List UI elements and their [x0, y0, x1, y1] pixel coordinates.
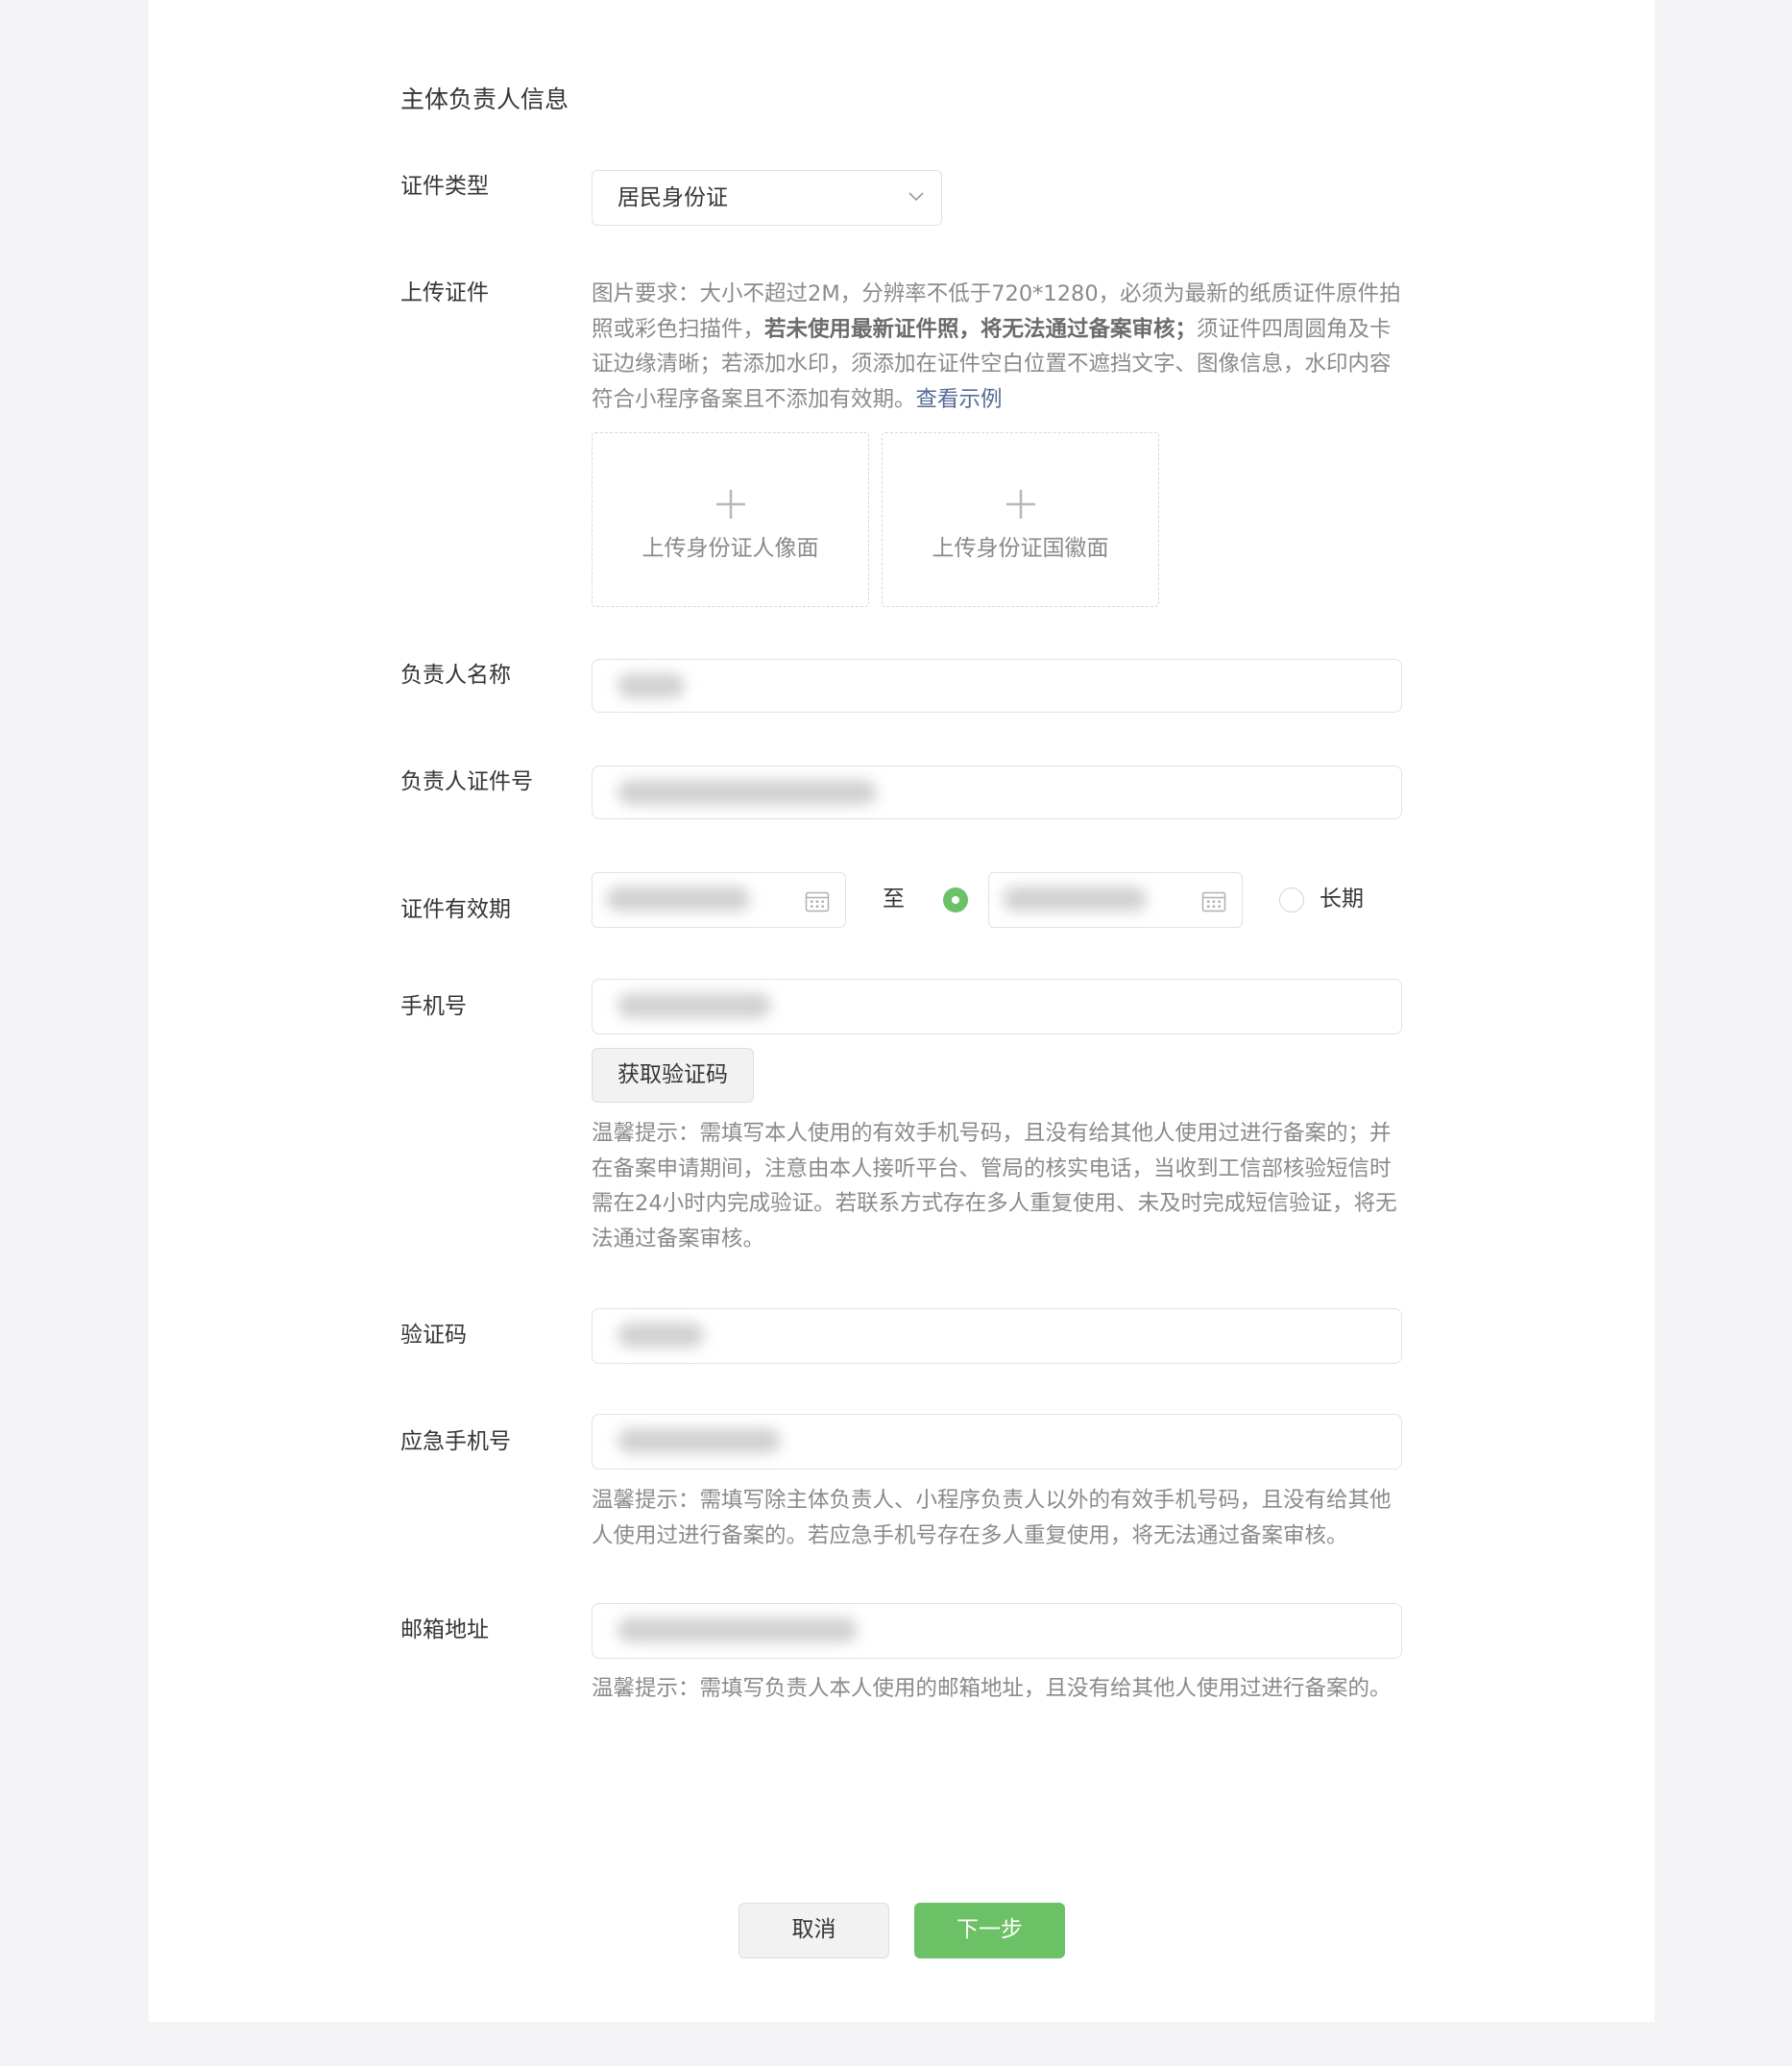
email-input[interactable] [592, 1603, 1402, 1659]
redacted-value [618, 1617, 858, 1642]
upload-requirement-bold: 若未使用最新证件照，将无法通过备案审核； [764, 316, 1198, 342]
upload-requirement: 图片要求：大小不超过2M，分辨率不低于720*1280，必须为最新的纸质证件原件… [592, 277, 1408, 417]
email-tip: 温馨提示：需填写负责人本人使用的邮箱地址，且没有给其他人使用过进行备案的。 [592, 1676, 1392, 1701]
upload-label: 上传证件 [400, 280, 489, 305]
validity-end-input[interactable] [988, 872, 1243, 928]
email-label: 邮箱地址 [400, 1617, 489, 1642]
validity-start-input[interactable] [592, 872, 846, 928]
chevron-down-icon [908, 192, 924, 202]
name-label: 负责人名称 [400, 663, 511, 688]
id-type-value: 居民身份证 [618, 185, 728, 210]
get-code-button[interactable]: 获取验证码 [592, 1048, 754, 1103]
validity-label: 证件有效期 [400, 897, 511, 922]
redacted-value [1003, 887, 1147, 911]
long-term-radio[interactable] [1279, 887, 1304, 912]
date-range-separator: 至 [883, 887, 905, 911]
emergency-phone-label: 应急手机号 [400, 1429, 511, 1454]
emergency-phone-tip: 温馨提示：需填写除主体负责人、小程序负责人以外的有效手机号码，且没有给其他人使用… [592, 1488, 1392, 1548]
view-example-link[interactable]: 查看示例 [916, 387, 1003, 412]
validity-end-radio[interactable] [943, 887, 968, 912]
section-title: 主体负责人信息 [400, 85, 569, 113]
verify-code-label: 验证码 [400, 1323, 467, 1348]
upload-front-label: 上传身份证人像面 [642, 536, 819, 561]
phone-input[interactable] [592, 979, 1402, 1034]
verify-code-input[interactable] [592, 1308, 1402, 1364]
calendar-icon [1201, 891, 1226, 912]
redacted-value [618, 1323, 704, 1348]
plus-icon [715, 490, 745, 519]
calendar-icon [805, 891, 830, 912]
redacted-value [606, 887, 750, 911]
redacted-value [618, 993, 771, 1018]
id-type-select[interactable]: 居民身份证 [592, 170, 942, 226]
emergency-phone-input[interactable] [592, 1414, 1402, 1470]
redacted-value [618, 1428, 781, 1453]
redacted-value [618, 780, 877, 805]
long-term-label: 长期 [1320, 887, 1364, 911]
plus-icon [1005, 490, 1035, 519]
upload-back-label: 上传身份证国徽面 [932, 536, 1109, 561]
cancel-button[interactable]: 取消 [739, 1903, 889, 1958]
name-input[interactable] [592, 659, 1402, 713]
phone-label: 手机号 [400, 994, 467, 1019]
id-number-label: 负责人证件号 [400, 769, 533, 794]
upload-back-box[interactable]: 上传身份证国徽面 [882, 432, 1159, 607]
id-number-input[interactable] [592, 766, 1402, 819]
phone-tip: 温馨提示：需填写本人使用的有效手机号码，且没有给其他人使用过进行备案的；并在备案… [592, 1121, 1397, 1252]
redacted-value [618, 673, 685, 698]
upload-front-box[interactable]: 上传身份证人像面 [592, 432, 869, 607]
next-step-button[interactable]: 下一步 [914, 1903, 1065, 1958]
id-type-label: 证件类型 [400, 174, 489, 199]
